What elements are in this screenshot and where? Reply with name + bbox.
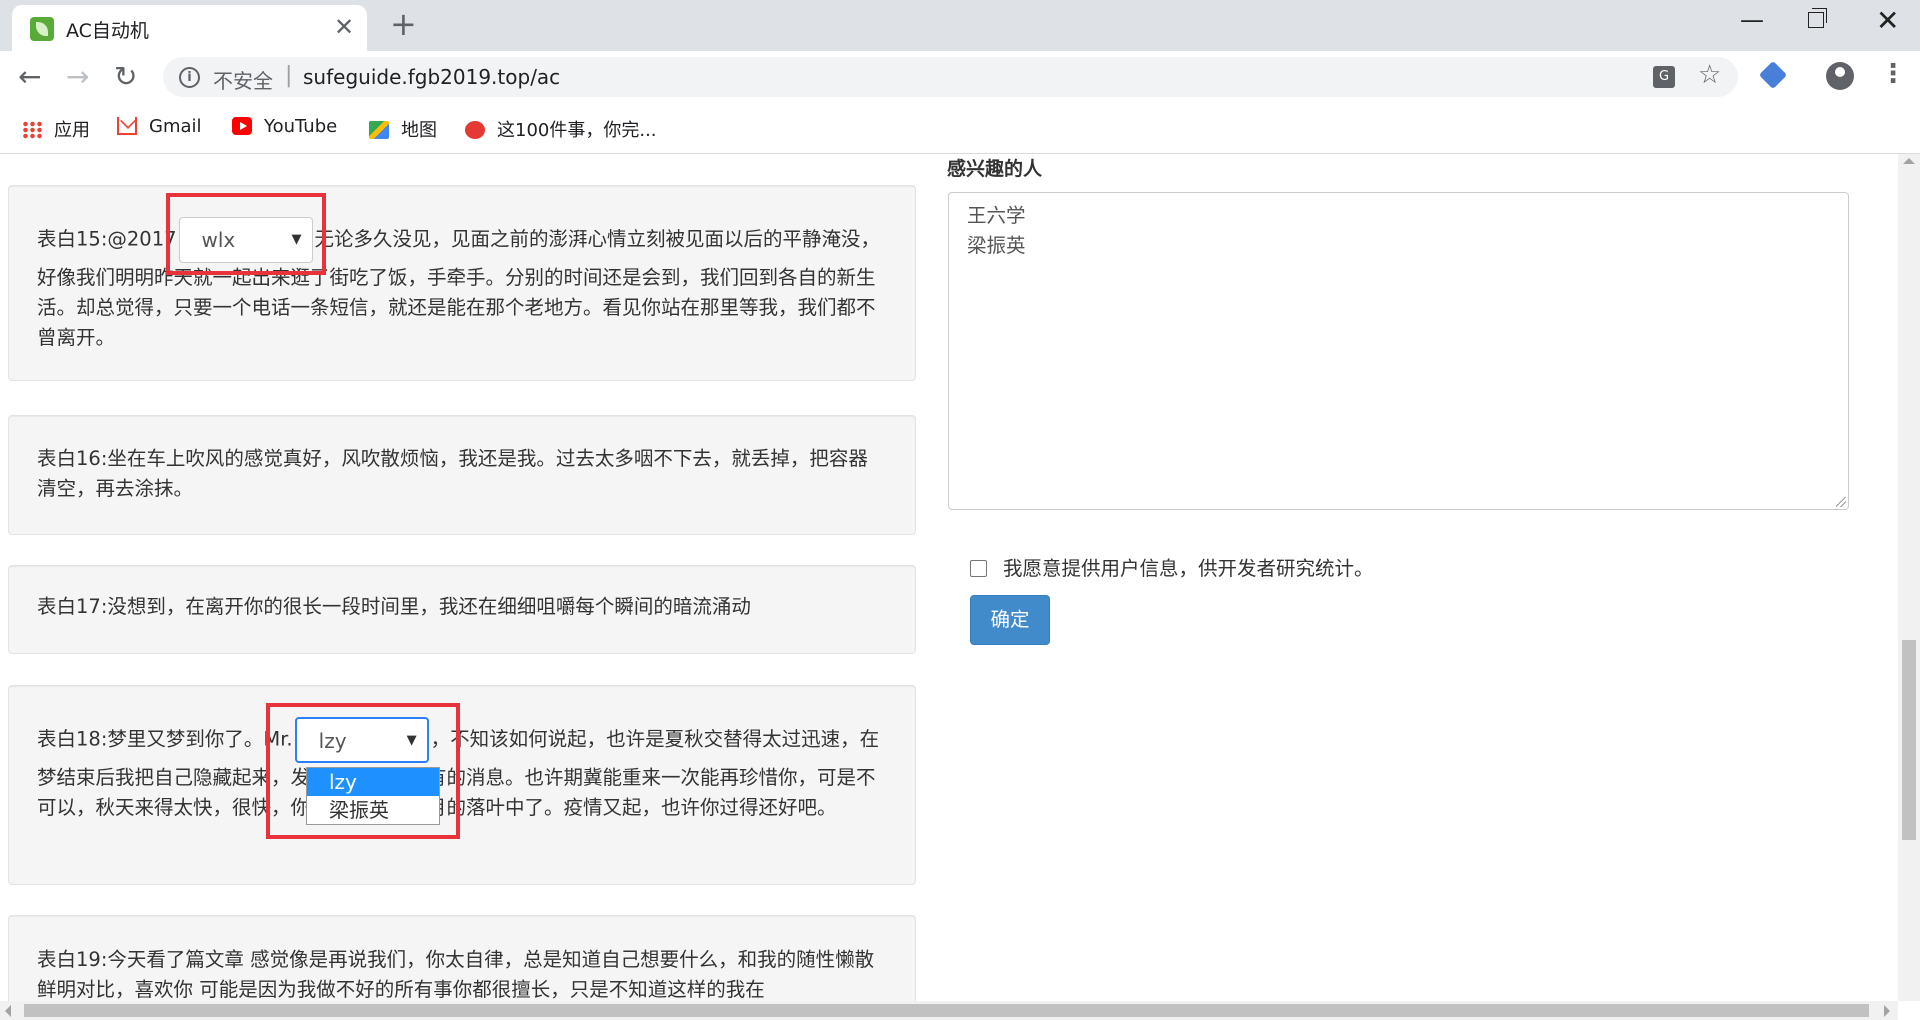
confession-card-16: 表白16:坐在车上吹风的感觉真好，风吹散烦恼，我还是我。过去太多咽不下去，就丢掉… <box>8 415 916 535</box>
reload-icon[interactable]: ↻ <box>114 60 137 94</box>
bookmark-star-icon[interactable]: ☆ <box>1698 60 1721 90</box>
scroll-right-arrow-icon[interactable] <box>1884 1005 1890 1017</box>
restore-window-icon[interactable] <box>1808 8 1827 28</box>
minimize-window-icon[interactable]: — <box>1740 6 1764 34</box>
confession-card-18: 表白18:梦里又梦到你了。Mr. lzy ▼ ，不知该如何说起，也许是夏秋交替得太过迅… <box>8 685 916 885</box>
tab-title: AC自动机 <box>66 20 149 42</box>
confession-text: 表白17:没想到，在离开你的很长一段时间里，我还在细细咀嚼每个瞬间的暗流涌动 <box>37 595 751 618</box>
confession-text: 表白19:今天看了篇文章 感觉像是再说我们，你太自律，总是知道自己想要什么，和我… <box>37 948 875 1001</box>
gmail-icon <box>117 117 137 135</box>
url-divider: | <box>285 63 293 88</box>
apps-grid-icon <box>22 121 42 139</box>
select-value: lzy <box>318 729 347 753</box>
profile-icon[interactable] <box>1826 62 1854 90</box>
confession-card-15: 表白15:@2017 wlx ▼ 无论多久没见，见面之前的澎湃心情立刻被见面以后的平静… <box>8 185 916 381</box>
confession-text: 表白18:梦里又梦到你了。Mr. lzy ▼ ，不知该如何说起，也许是夏秋交替得太过迅… <box>37 717 887 823</box>
back-icon[interactable]: ← <box>18 60 41 94</box>
name-select-18[interactable]: lzy ▼ <box>294 717 429 763</box>
select-value: wlx <box>201 228 236 252</box>
consent-label: 我愿意提供用户信息，供开发者研究统计。 <box>1003 557 1374 580</box>
select-dropdown-list: lzy 梁振英 <box>306 767 440 825</box>
dropdown-option-liang[interactable]: 梁振英 <box>307 796 439 824</box>
interested-people-title: 感兴趣的人 <box>947 158 1043 180</box>
extension-icon[interactable] <box>1758 60 1788 90</box>
confession-text: 表白16:坐在车上吹风的感觉真好，风吹散烦恼，我还是我。过去太多咽不下去，就丢掉… <box>37 447 868 500</box>
tab-strip: AC自动机 ✕ + — ✕ <box>0 0 1920 51</box>
bookmark-youtube[interactable]: YouTube <box>232 116 337 137</box>
site-favicon-icon <box>30 17 54 41</box>
consent-checkbox[interactable] <box>970 560 987 577</box>
forward-icon[interactable]: → <box>66 60 89 94</box>
bookmark-label: YouTube <box>264 116 338 137</box>
interested-person: 王六学 <box>967 204 1026 227</box>
browser-toolbar: ← → ↻ i 不安全 | sufeguide.fgb2019.top/ac G… <box>0 51 1920 104</box>
maps-icon <box>369 121 389 139</box>
youtube-icon <box>232 117 252 135</box>
bookmark-gmail[interactable]: Gmail <box>117 116 202 137</box>
submit-button[interactable]: 确定 <box>970 595 1050 645</box>
bookmark-article[interactable]: 这100件事，你完... <box>465 116 657 142</box>
bookmark-label: Gmail <box>149 116 202 137</box>
horizontal-scrollbar[interactable] <box>0 1001 1898 1020</box>
resize-handle-icon[interactable] <box>1836 497 1846 507</box>
close-tab-icon[interactable]: ✕ <box>334 12 354 42</box>
bookmark-maps[interactable]: 地图 <box>369 116 437 142</box>
bookmarks-bar: 应用 Gmail YouTube 地图 这100件事，你完... <box>0 104 1920 154</box>
page-content: 表白15:@2017 wlx ▼ 无论多久没见，见面之前的澎湃心情立刻被见面以后的平静… <box>0 154 1898 1001</box>
vertical-scrollbar[interactable] <box>1898 154 1920 1001</box>
news-icon <box>465 121 485 139</box>
confession-card-19: 表白19:今天看了篇文章 感觉像是再说我们，你太自律，总是知道自己想要什么，和我… <box>8 915 916 1001</box>
vertical-scroll-thumb[interactable] <box>1902 640 1916 840</box>
bookmark-label: 这100件事，你完... <box>497 120 657 141</box>
new-tab-icon[interactable]: + <box>390 6 417 42</box>
browser-tab[interactable]: AC自动机 ✕ <box>12 5 367 51</box>
dropdown-arrow-icon: ▼ <box>406 733 417 748</box>
bookmark-apps[interactable]: 应用 <box>22 116 90 142</box>
horizontal-scroll-thumb[interactable] <box>24 1004 1869 1017</box>
url-text[interactable]: sufeguide.fgb2019.top/ac <box>303 65 560 89</box>
address-bar[interactable]: i 不安全 | sufeguide.fgb2019.top/ac G ☆ <box>163 57 1738 97</box>
close-window-icon[interactable]: ✕ <box>1876 4 1899 37</box>
consent-row: 我愿意提供用户信息，供开发者研究统计。 <box>970 552 1374 581</box>
translate-icon[interactable]: G <box>1653 66 1675 88</box>
confession-text: 表白15:@2017 wlx ▼ 无论多久没见，见面之前的澎湃心情立刻被见面以后的平静… <box>37 217 887 353</box>
confession-prefix: 表白18:梦里又梦到你了。Mr. <box>37 727 293 751</box>
more-menu-icon[interactable]: ⋮ <box>1880 59 1906 89</box>
interested-person: 梁振英 <box>967 234 1026 257</box>
confession-prefix: 表白15:@2017 <box>37 227 177 251</box>
dropdown-arrow-icon: ▼ <box>291 232 302 247</box>
scroll-up-arrow-icon[interactable] <box>1903 158 1915 164</box>
confession-card-17: 表白17:没想到，在离开你的很长一段时间里，我还在细细咀嚼每个瞬间的暗流涌动 <box>8 565 916 654</box>
info-icon[interactable]: i <box>179 67 200 88</box>
security-label[interactable]: 不安全 <box>213 65 273 94</box>
interested-people-textarea[interactable]: 王六学 梁振英 <box>948 192 1849 510</box>
name-select-15[interactable]: wlx ▼ <box>178 217 313 263</box>
bookmark-label: 应用 <box>54 120 90 141</box>
scroll-left-arrow-icon[interactable] <box>5 1005 11 1017</box>
dropdown-option-lzy[interactable]: lzy <box>307 768 439 796</box>
bookmark-label: 地图 <box>401 120 437 141</box>
